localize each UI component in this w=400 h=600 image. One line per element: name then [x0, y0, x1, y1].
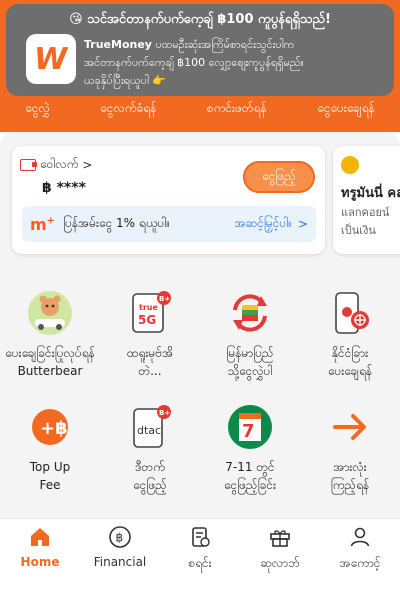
tab-transfer[interactable]: ငွေလွှဲ	[25, 100, 49, 118]
bottom-nav: Home ฿ Financial စရင်း ဆုလာဘ် အကောင့်	[0, 518, 400, 600]
truemoney-coin-card[interactable]: ทรูมันนี่ คล แลกคอยน์ เป็นเงิน	[333, 146, 400, 254]
promo-text: ပြန်အမ်းငွေ 1% ရယူပါ။	[63, 216, 170, 230]
service-label: 7-11 တွင် ငွေဖြည့်ခြင်း	[223, 460, 277, 492]
notification-line3: ယခုနှိပ်ပြီးရယူပါ 👉	[84, 74, 167, 87]
svg-text:true: true	[139, 303, 158, 312]
wallet-card[interactable]: ဝေါလက် > ฿ **** ငွေဖြည့် m+ ပြန်အမ်းငွေ …	[12, 146, 325, 254]
myanmar-transfer-icon	[227, 290, 273, 336]
chevron-right-icon: >	[82, 158, 93, 172]
svg-text:+฿: +฿	[40, 418, 68, 439]
wallet-label: ဝေါလက်	[40, 157, 79, 171]
service-butterbear[interactable]: ပေးချေခြင်းပြုလုပ်ရန် Butterbear	[0, 290, 100, 380]
chevron-right-icon: >	[297, 217, 308, 231]
coin-card-title: ทรูมันนี่ คล	[341, 186, 400, 201]
nav-financial[interactable]: ฿ Financial	[80, 519, 160, 600]
receipt-icon	[188, 525, 212, 549]
svg-text:B+: B+	[159, 295, 170, 303]
service-overseas-pay[interactable]: နိုင်ငံခြား ပေးချေရန်	[300, 290, 400, 380]
service-myanmar-transfer[interactable]: မြန်မာပြည် သို့ငွေလွှဲပါ	[200, 290, 300, 380]
service-topup-fee[interactable]: +฿ Top Up Fee	[0, 404, 100, 494]
service-label: Top Up Fee	[29, 460, 71, 492]
butterbear-icon	[27, 290, 73, 336]
notification-line1: ပထမဦးဆုံးအကြိမ်စာရင်းသွင်းပါက	[151, 38, 295, 51]
nav-rewards[interactable]: ဆုလာဘ်	[240, 519, 320, 600]
topup-button[interactable]: ငွေဖြည့်	[243, 161, 315, 193]
tab-pay[interactable]: ငွေပေးချေရန်	[317, 100, 374, 118]
notification-title: 😘 သင်အင်တာနက်ပက်ကေ့ချ် ฿100 ကူပွန်ရရှိသည…	[69, 12, 331, 27]
nav-history[interactable]: စရင်း	[160, 519, 240, 600]
notification-body: TrueMoney ပထမဦးဆုံးအကြိမ်စာရင်းသွင်းပါက …	[84, 36, 384, 90]
tab-scan[interactable]: စကင်းဖတ်ရန်	[207, 100, 267, 118]
service-label: ဒီတက် ငွေဖြည့်	[133, 460, 167, 492]
service-dtac[interactable]: dtac B+ ဒီတက် ငွေဖြည့်	[100, 404, 200, 494]
person-icon	[348, 525, 372, 549]
cashback-promo-bar[interactable]: m+ ပြန်အမ်းငွေ 1% ရယူပါ။ အဆင့်မြှင့်ပါ။ …	[22, 206, 316, 242]
nav-label: Home	[20, 555, 60, 569]
baht-icon: ฿	[108, 525, 132, 549]
service-label: မြန်မာပြည် သို့ငွေလွှဲပါ	[226, 346, 274, 378]
nav-home[interactable]: Home	[0, 519, 80, 600]
nav-account[interactable]: အကောင့်	[320, 519, 400, 600]
truemoney-logo: W	[26, 34, 76, 84]
home-icon	[28, 525, 52, 549]
topup-fee-icon: +฿	[27, 404, 73, 450]
service-seven-eleven[interactable]: 7 7-11 တွင် ငွေဖြည့်ခြင်း	[200, 404, 300, 494]
service-label: ပေးချေခြင်းပြုလုပ်ရန် Butterbear	[5, 346, 95, 378]
gift-icon	[268, 525, 292, 549]
nav-label: Financial	[93, 555, 147, 569]
nav-label: ဆုလာဘ်	[260, 556, 300, 570]
arrow-right-icon	[327, 404, 373, 450]
service-see-all[interactable]: အားလုံး ကြည့်ရန်	[300, 404, 400, 494]
notification-line2: အင်တာနက်ပက်ကေ့ချ် ฿100 လျှော့စျေးကူပွန်ရ…	[84, 56, 304, 69]
nav-label: စရင်း	[188, 556, 212, 570]
upgrade-link[interactable]: အဆင့်မြှင့်ပါ။	[235, 215, 292, 233]
notification-banner[interactable]: 😘 သင်အင်တာနက်ပက်ကေ့ချ် ฿100 ကူပွန်ရရှိသည…	[6, 4, 394, 96]
overseas-pay-icon	[327, 290, 373, 336]
service-label: နိုင်ငံခြား ပေးချေရန်	[327, 346, 373, 378]
wallet-balance: ฿ ****	[42, 180, 86, 196]
service-true-5g[interactable]: true 5G B+ ထရူးမုဗ်အိ တဲ...	[100, 290, 200, 380]
svg-text:dtac: dtac	[137, 424, 161, 437]
notification-brand: TrueMoney	[84, 38, 152, 51]
coin-icon	[341, 156, 359, 174]
svg-text:5G: 5G	[138, 313, 156, 327]
tab-receive[interactable]: ငွေလက်ခံရန်	[100, 100, 156, 118]
svg-text:฿: ฿	[116, 531, 124, 545]
dtac-icon: dtac B+	[127, 404, 173, 450]
svg-text:7: 7	[242, 421, 255, 442]
m-plus-logo-icon: m+	[30, 214, 56, 234]
svg-text:B+: B+	[159, 409, 170, 417]
true-5g-icon: true 5G B+	[127, 290, 173, 336]
nav-label: အကောင့်	[339, 556, 381, 570]
action-tabs: ငွေလွှဲ ငွေလက်ခံရန် စကင်းဖတ်ရန် ငွေပေးချ…	[0, 96, 400, 122]
service-label: အားလုံး ကြည့်ရန်	[330, 460, 370, 492]
seven-eleven-icon: 7	[227, 404, 273, 450]
coin-card-subtitle: แลกคอยน์ เป็นเงิน	[341, 206, 390, 237]
wallet-label-row[interactable]: ဝေါလက် >	[20, 156, 92, 174]
service-label: ထရူးမုဗ်အိ တဲ...	[126, 346, 174, 378]
wallet-icon	[20, 159, 37, 171]
